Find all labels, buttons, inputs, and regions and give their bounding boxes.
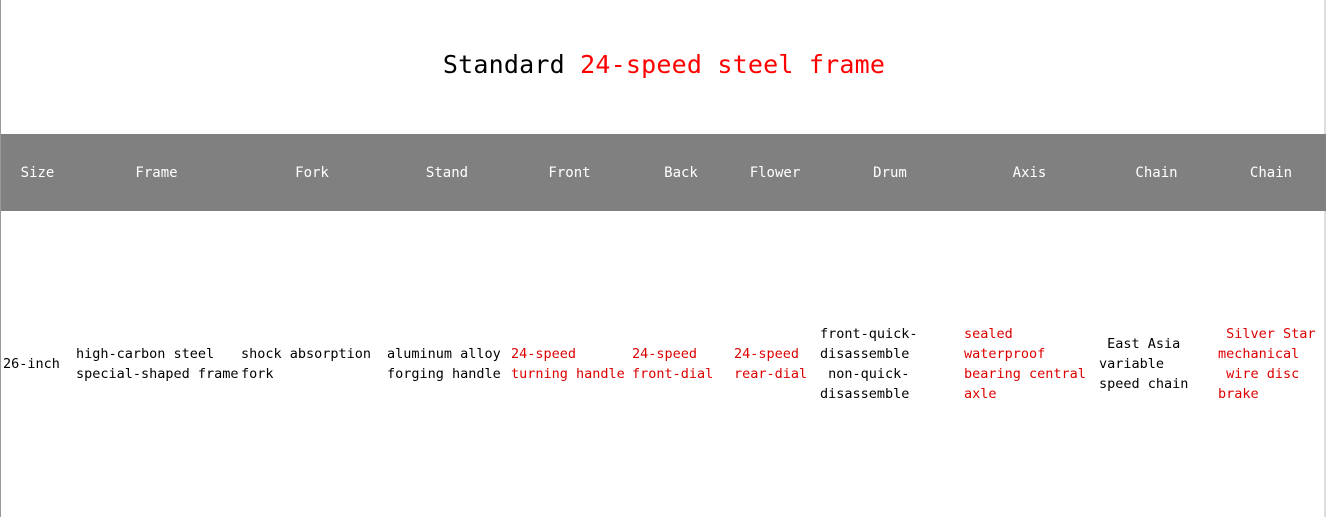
cell-size: 26-inch xyxy=(1,211,74,517)
header-chain: Chain xyxy=(1135,164,1178,181)
cell-flower: 24-speed rear-dial xyxy=(732,211,818,517)
cell-line: front-quick- xyxy=(820,326,918,342)
title-accent: 24-speed steel frame xyxy=(580,50,886,79)
cell-line: 26-inch xyxy=(3,356,60,372)
cell-line: 24-speed xyxy=(511,346,577,362)
header-fork: Fork xyxy=(295,164,329,181)
cell-line: disassemble xyxy=(820,386,910,402)
cell-line: wire disc xyxy=(1218,366,1300,382)
cell-line: fork xyxy=(241,366,274,382)
spec-table: Size Frame Fork Stand Front Back Flower … xyxy=(1,134,1326,517)
cell-line: East Asia xyxy=(1099,336,1181,352)
header-chain-2: Chain xyxy=(1249,164,1293,181)
cell-chain: East Asia variable speed chain xyxy=(1097,211,1216,517)
cell-line: brake xyxy=(1218,386,1259,402)
cell-drum: front-quick-disassemble non-quick-disass… xyxy=(818,211,962,517)
header-flower: Flower xyxy=(749,164,801,181)
cell-line: rear-dial xyxy=(734,366,808,382)
header-back: Back xyxy=(664,164,698,181)
cell-line: bearing central xyxy=(964,366,1086,382)
cell-stand: aluminum alloy forging handle xyxy=(385,211,509,517)
header-drum: Drum xyxy=(873,164,907,181)
cell-line: front-dial xyxy=(632,366,714,382)
cell-line: turning handle xyxy=(511,366,625,382)
cell-line: mechanical xyxy=(1218,346,1300,362)
header-front: Front xyxy=(548,164,591,181)
cell-line: shock absorption xyxy=(241,346,372,362)
cell-line: speed chain xyxy=(1099,376,1189,392)
header-size: Size xyxy=(20,164,55,181)
cell-chain-2: Silver Star mechanical wire disc brake xyxy=(1216,211,1326,517)
header-frame: Frame xyxy=(135,164,178,181)
cell-line: forging handle xyxy=(387,366,501,382)
cell-axis: sealed waterproof bearing central axle xyxy=(962,211,1097,517)
cell-line: Silver Star xyxy=(1218,326,1316,342)
table-row: 26-inch high-carbon steel special-shaped … xyxy=(1,211,1326,517)
cell-line: aluminum alloy xyxy=(387,346,501,362)
table-header-row: Size Frame Fork Stand Front Back Flower … xyxy=(1,134,1326,211)
title-prefix: Standard xyxy=(442,50,565,79)
cell-line: special-shaped frame xyxy=(76,366,239,382)
cell-front: 24-speed turning handle xyxy=(509,211,630,517)
cell-frame: high-carbon steel special-shaped frame xyxy=(74,211,239,517)
cell-fork: shock absorption fork xyxy=(239,211,385,517)
cell-line: sealed xyxy=(964,326,1013,342)
cell-line: non-quick- xyxy=(820,366,910,382)
cell-line: 24-speed xyxy=(734,346,800,362)
page-title: Standard 24-speed steel frame xyxy=(0,50,1328,79)
header-stand: Stand xyxy=(425,164,469,181)
cell-line: 24-speed xyxy=(632,346,698,362)
cell-line: waterproof xyxy=(964,346,1046,362)
header-axis: Axis xyxy=(1012,164,1047,181)
cell-line: axle xyxy=(964,386,997,402)
cell-line: disassemble xyxy=(820,346,910,362)
cell-back: 24-speed front-dial xyxy=(630,211,732,517)
cell-line: high-carbon steel xyxy=(76,346,215,362)
cell-line: variable xyxy=(1099,356,1165,372)
